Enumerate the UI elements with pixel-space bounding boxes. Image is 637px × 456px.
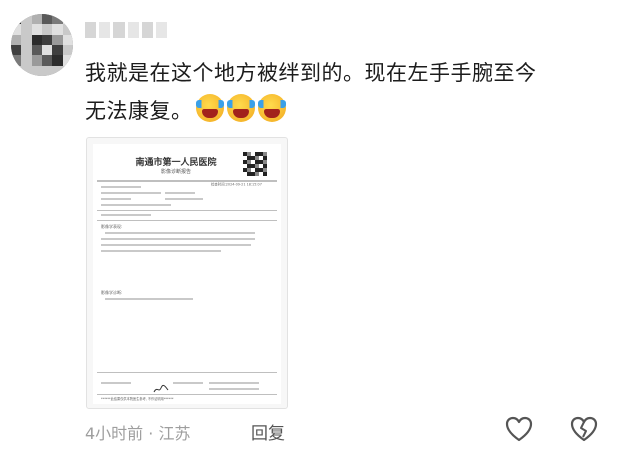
comment-line-2: 无法康复。: [85, 92, 625, 130]
avatar-pixel: [52, 65, 64, 76]
blurred-text: [101, 382, 131, 384]
comment-line-2-text: 无法康复。: [85, 99, 193, 123]
report-image[interactable]: 南通市第一人民医院 影像诊断报告 检查时间:2024-09-21 18:15:0…: [86, 137, 288, 409]
avatar-pixel: [42, 45, 53, 56]
avatar-pixel: [62, 55, 73, 67]
avatar-pixel: [11, 14, 22, 25]
avatar-pixel: [31, 14, 43, 25]
blurred-text: [101, 204, 171, 206]
avatar-pixel: [62, 34, 73, 46]
findings-heading: 影像学表现:: [101, 224, 123, 229]
avatar-pixel: [11, 24, 22, 36]
avatar-pixel: [42, 34, 53, 46]
avatar-pixel: [62, 45, 73, 56]
avatar-pixel: [42, 55, 53, 67]
divider: [97, 394, 277, 395]
divider: [97, 220, 277, 221]
report-title: 影像诊断报告: [160, 169, 191, 175]
blurred-text: [101, 214, 151, 216]
blurred-text: [101, 238, 255, 240]
signature-icon: [153, 384, 169, 393]
like-heart-icon[interactable]: [504, 414, 534, 444]
avatar-pixel: [11, 65, 22, 76]
avatar-pixel: [42, 14, 53, 25]
avatar-pixel: [21, 14, 33, 25]
qr-cell: [263, 172, 267, 176]
avatar-pixel: [11, 45, 22, 56]
loudly-crying-face-icon: [257, 94, 286, 122]
report-footer-note: ******此结果仅供本院医生参考, 不作证明用******: [101, 397, 174, 401]
avatar-pixel: [52, 14, 64, 25]
blurred-text: [209, 388, 259, 390]
avatar-pixel: [52, 55, 64, 67]
avatar-pixel: [31, 55, 43, 67]
blurred-text: [209, 382, 259, 384]
username-blurred[interactable]: [85, 22, 168, 38]
avatar-pixel: [52, 24, 64, 36]
avatar-pixel: [21, 65, 33, 76]
report-time: 检查时间:2024-09-21 18:15:07: [211, 182, 262, 187]
blurred-text: [165, 198, 203, 200]
avatar[interactable]: [11, 14, 73, 76]
avatar-pixel: [31, 65, 43, 76]
loudly-crying-face-icon: [226, 94, 255, 122]
report-paper: 南通市第一人民医院 影像诊断报告 检查时间:2024-09-21 18:15:0…: [93, 144, 281, 404]
comment-text: 我就是在这个地方被绊到的。现在左手手腕至今 无法康复。: [85, 54, 625, 130]
avatar-pixel: [62, 14, 73, 25]
avatar-pixel: [21, 45, 33, 56]
avatar-pixel: [21, 24, 33, 36]
avatar-pixel: [52, 34, 64, 46]
comment-line-1: 我就是在这个地方被绊到的。现在左手手腕至今: [85, 61, 537, 85]
blurred-text: [101, 250, 221, 252]
blurred-text: [105, 298, 193, 300]
divider: [97, 372, 277, 373]
avatar-pixel: [31, 45, 43, 56]
avatar-pixel: [62, 24, 73, 36]
blurred-text: [101, 198, 131, 200]
blurred-text: [101, 186, 141, 188]
avatar-pixel: [31, 24, 43, 36]
loudly-crying-face-icon: [195, 94, 224, 122]
divider: [97, 210, 277, 211]
dislike-broken-heart-icon[interactable]: [569, 414, 599, 444]
time-location: 4小时前 · 江苏: [85, 424, 191, 443]
report-hospital-name: 南通市第一人民医院: [135, 158, 217, 168]
avatar-pixel: [21, 55, 33, 67]
blurred-text: [101, 244, 251, 246]
avatar-pixel: [62, 65, 73, 76]
qr-code-icon: [243, 152, 267, 176]
avatar-pixel: [11, 34, 22, 46]
blurred-text: [105, 232, 255, 234]
avatar-pixel: [52, 45, 64, 56]
avatar-pixel: [42, 24, 53, 36]
avatar-pixel: [42, 65, 53, 76]
blurred-text: [101, 192, 161, 194]
reply-button[interactable]: 回复: [251, 419, 285, 444]
diagnosis-heading: 影像学诊断:: [101, 290, 123, 295]
blurred-text: [173, 382, 203, 384]
blurred-text: [165, 192, 195, 194]
avatar-pixel: [11, 55, 22, 67]
avatar-pixel: [21, 34, 33, 46]
avatar-pixel: [31, 34, 43, 46]
